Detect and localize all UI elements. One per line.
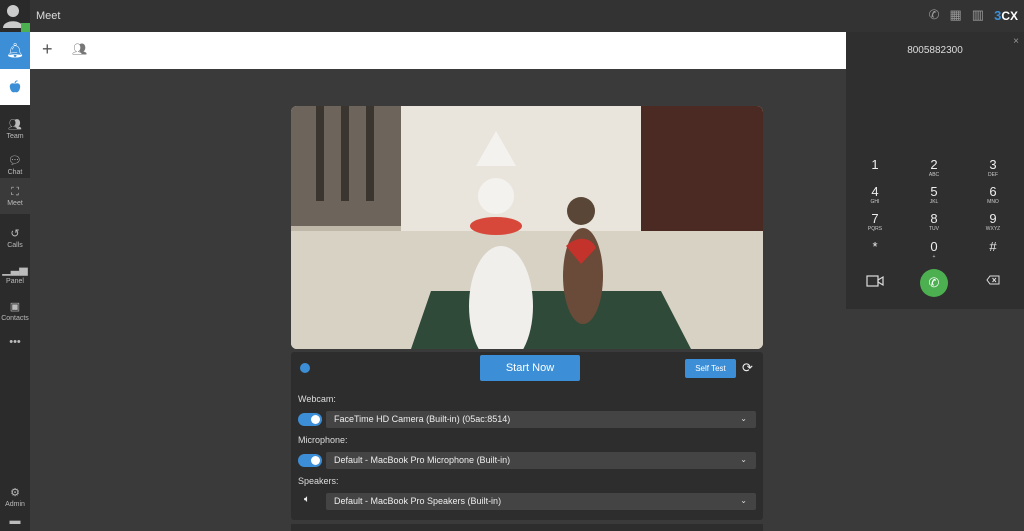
- notifications-button[interactable]: 🔔︎: [0, 32, 30, 69]
- call-button[interactable]: ✆: [920, 269, 948, 297]
- presence-status-indicator: [21, 23, 30, 32]
- book-icon[interactable]: ▥: [972, 7, 984, 23]
- gear-icon: ⚙: [10, 486, 20, 499]
- start-now-button[interactable]: Start Now: [480, 355, 580, 381]
- video-call-icon[interactable]: [866, 275, 884, 290]
- status-indicator: [300, 363, 310, 373]
- bottom-strip: [291, 524, 763, 531]
- dial-key[interactable]: 0 +: [914, 240, 954, 261]
- microphone-label: Microphone:: [298, 435, 348, 445]
- brand-logo: 3CX: [994, 7, 1018, 23]
- bell-icon: 🔔︎: [6, 42, 24, 58]
- dial-key[interactable]: #: [973, 240, 1013, 254]
- webcam-label: Webcam:: [298, 394, 336, 404]
- dial-key[interactable]: *: [855, 240, 895, 254]
- app-title: Meet: [36, 10, 61, 22]
- chevron-down-icon: ⌄: [740, 496, 747, 505]
- chat-icon: 💬︎: [8, 154, 22, 167]
- dial-key[interactable]: 1: [855, 158, 895, 172]
- top-bar: Meet ✆ ▦ ▥ 3CX: [0, 0, 1024, 32]
- history-icon: ↺: [10, 227, 20, 240]
- speakers-select[interactable]: Default - MacBook Pro Speakers (Built-in…: [326, 493, 756, 510]
- chevron-down-icon: ⌄: [740, 455, 747, 464]
- microphone-select[interactable]: Default - MacBook Pro Microphone (Built-…: [326, 452, 756, 469]
- backspace-icon[interactable]: [986, 275, 1000, 288]
- qr-code-icon[interactable]: ▦: [950, 7, 962, 23]
- contacts-icon: ▣: [9, 300, 21, 313]
- speaker-icon[interactable]: 🔈︎: [304, 494, 310, 505]
- sidebar-item-calls[interactable]: ↺ Calls: [0, 220, 30, 256]
- webcam-select[interactable]: FaceTime HD Camera (Built-in) (05ac:8514…: [326, 411, 756, 428]
- panel-icon: ▁▃▅: [2, 263, 28, 276]
- phone-icon[interactable]: ✆: [929, 7, 940, 23]
- refresh-icon[interactable]: ⟳: [742, 360, 753, 376]
- meeting-setup-panel: Start Now Self Test ⟳ Webcam: FaceTime H…: [291, 352, 763, 520]
- meet-icon: ⛶: [11, 185, 19, 198]
- team-icon: 👥︎: [8, 118, 22, 131]
- sidebar-item-meet[interactable]: ⛶ Meet: [0, 178, 30, 214]
- dial-key[interactable]: 2 ABC: [914, 158, 954, 179]
- video-preview: [291, 106, 763, 349]
- webcam-toggle[interactable]: [298, 413, 322, 426]
- dial-key[interactable]: 6 MNO: [973, 185, 1013, 206]
- groups-icon: ▬: [9, 515, 21, 527]
- phone-icon: ✆: [928, 275, 940, 290]
- dial-key[interactable]: 9 WXYZ: [973, 212, 1013, 233]
- avatar[interactable]: [0, 0, 30, 32]
- dial-key[interactable]: 3 DEF: [973, 158, 1013, 179]
- camera-feed-image: [291, 106, 763, 349]
- dial-key[interactable]: 8 TUV: [914, 212, 954, 233]
- dialer-number-display[interactable]: 8005882300: [846, 45, 1024, 56]
- meet-toolbar: + 👥︎: [30, 32, 846, 69]
- apple-icon: [9, 80, 21, 93]
- add-icon[interactable]: +: [42, 39, 53, 60]
- chevron-down-icon: ⌄: [740, 414, 747, 423]
- dial-key[interactable]: 4 GHI: [855, 185, 895, 206]
- dial-key[interactable]: 5 JKL: [914, 185, 954, 206]
- speakers-label: Speakers:: [298, 476, 339, 486]
- sidebar-more-button[interactable]: •••: [0, 324, 30, 360]
- sidebar-item-extra[interactable]: ▬: [0, 510, 30, 531]
- top-icons: ✆ ▦ ▥ 3CX: [929, 7, 1018, 23]
- microphone-toggle[interactable]: [298, 454, 322, 467]
- self-test-button[interactable]: Self Test: [685, 359, 736, 378]
- sidebar-item-panel[interactable]: ▁▃▅ Panel: [0, 256, 30, 292]
- group-meeting-icon[interactable]: 👥︎: [72, 42, 87, 56]
- sidebar: 🔔︎ 👥︎ Team 💬︎ Chat ⛶ Meet ↺ Calls ▁▃▅ Pa…: [0, 32, 30, 531]
- dialer-panel: × 8005882300 1 2 ABC 3 DEF 4 GHI 5 JKL 6 MNO …: [846, 32, 1024, 309]
- apple-app-button[interactable]: [0, 69, 30, 105]
- dial-key[interactable]: 7 PQRS: [855, 212, 895, 233]
- sidebar-item-team[interactable]: 👥︎ Team: [0, 111, 30, 147]
